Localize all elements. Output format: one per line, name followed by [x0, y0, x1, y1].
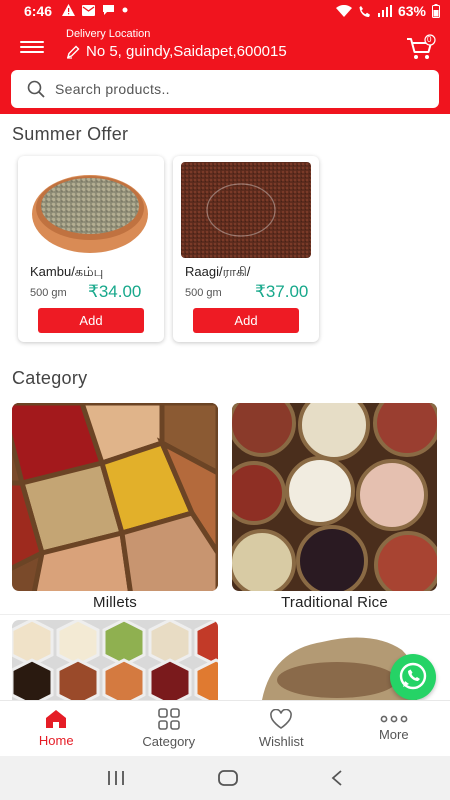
home-button-icon[interactable] — [218, 770, 238, 786]
category-image-traditional-rice — [232, 403, 437, 591]
search-input[interactable] — [55, 81, 415, 97]
recent-apps-icon[interactable] — [106, 770, 126, 786]
status-bar: 6:46 63% — [0, 0, 450, 24]
category-title: Category — [12, 368, 88, 388]
product-card-kambu[interactable]: Kambu/கம்பு 500 gm ₹34.00 Add — [18, 156, 164, 342]
notification-icons — [62, 4, 128, 16]
delivery-address[interactable]: No 5, guindy,Saidapet,600015 — [66, 43, 287, 60]
chat-icon — [103, 5, 114, 15]
product-image-kambu — [26, 162, 156, 258]
category-label: Traditional Rice — [281, 594, 388, 611]
category-tile-traditional-rice[interactable]: Traditional Rice — [232, 403, 437, 611]
grid-icon — [157, 708, 180, 730]
system-navigation-bar — [0, 756, 450, 800]
nav-category[interactable]: Category — [113, 701, 226, 756]
nav-label: Home — [38, 733, 74, 748]
category-tile-pulses[interactable] — [12, 620, 218, 700]
edit-icon — [66, 45, 80, 59]
product-image-raagi — [181, 162, 311, 258]
menu-button[interactable] — [20, 38, 44, 56]
whatsapp-button[interactable] — [390, 654, 436, 700]
whatsapp-icon — [399, 662, 427, 690]
cart-count: 0 — [427, 35, 432, 44]
nav-wishlist[interactable]: Wishlist — [225, 701, 338, 756]
cart-button[interactable]: 0 — [406, 34, 436, 62]
heart-icon — [270, 708, 293, 729]
mail-icon — [82, 4, 95, 16]
bottom-navigation: Home Category Wishlist More — [0, 700, 450, 756]
search-icon — [27, 80, 45, 98]
add-to-cart-button[interactable]: Add — [38, 308, 144, 333]
address-text: No 5, guindy,Saidapet,600015 — [86, 43, 287, 60]
status-time: 6:46 — [24, 3, 53, 19]
nav-label: Category — [142, 734, 196, 749]
nav-home[interactable]: Home — [0, 701, 113, 756]
category-image-pulses — [12, 620, 218, 700]
product-card-raagi[interactable]: Raagi/ராகி/ 500 gm ₹37.00 Add — [173, 156, 319, 342]
summer-offer-title: Summer Offer — [12, 124, 129, 144]
category-image-millets — [12, 403, 218, 591]
search-bar[interactable] — [11, 70, 439, 108]
app-header: 6:46 63% Delivery Location No 5, guindy,… — [0, 0, 450, 114]
cart-icon — [407, 34, 436, 59]
warning-icon — [62, 4, 75, 16]
hamburger-icon-bar — [20, 46, 44, 48]
signal-icon — [377, 5, 392, 17]
hamburger-icon-bar — [20, 41, 44, 43]
hamburger-icon-bar — [20, 51, 44, 53]
delivery-location-label: Delivery Location — [66, 28, 151, 40]
divider — [0, 614, 450, 615]
product-price: ₹37.00 — [255, 282, 309, 301]
battery-percent: 63% — [397, 3, 426, 19]
add-to-cart-button[interactable]: Add — [193, 308, 299, 333]
more-icon — [380, 715, 408, 723]
nav-label: Wishlist — [258, 733, 304, 749]
call-icon — [359, 5, 370, 17]
nav-more[interactable]: More — [338, 701, 450, 756]
category-label: Millets — [93, 594, 137, 611]
back-icon[interactable] — [330, 770, 344, 786]
wifi-icon — [335, 4, 352, 17]
home-icon — [46, 710, 67, 728]
product-price: ₹34.00 — [88, 282, 142, 301]
product-name: Kambu/கம்பு — [30, 264, 104, 279]
category-tile-millets[interactable]: Millets — [12, 403, 218, 611]
nav-label: More — [378, 727, 409, 742]
product-quantity: 500 gm — [185, 287, 222, 299]
system-icons: 63% — [335, 3, 440, 19]
product-name: Raagi/ராகி/ — [185, 264, 251, 279]
product-quantity: 500 gm — [30, 287, 67, 299]
dot-icon — [122, 7, 128, 13]
battery-icon — [432, 4, 440, 18]
